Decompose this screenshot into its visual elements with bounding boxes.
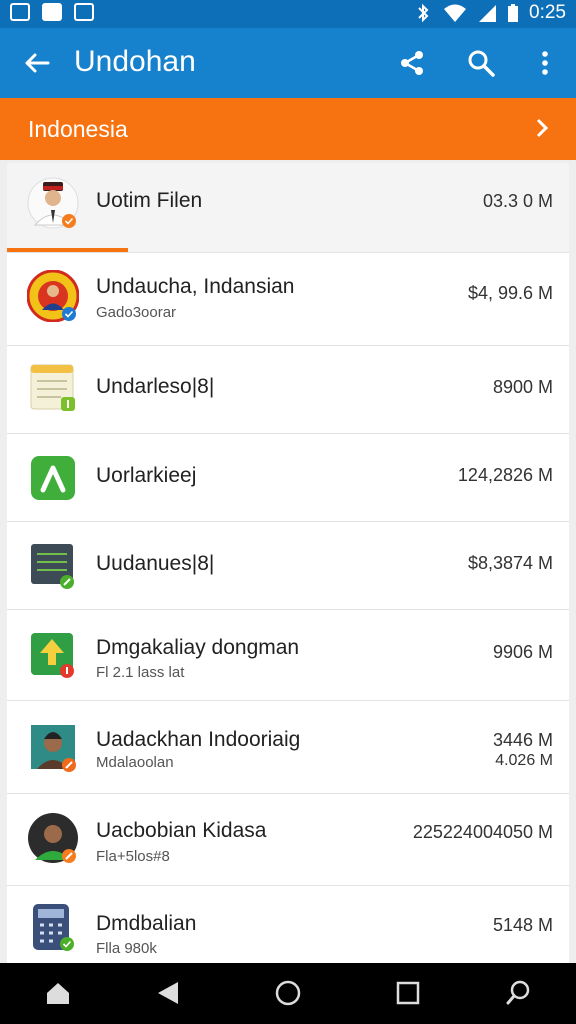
bluetooth-icon bbox=[418, 3, 429, 23]
list-item[interactable]: Dmdbalian Flla 980k 5148 M bbox=[7, 886, 569, 963]
battery-icon bbox=[508, 4, 519, 22]
download-progress-bar bbox=[7, 248, 128, 252]
list-app-icon bbox=[31, 544, 74, 589]
item-subtitle: Mdalaoolan bbox=[96, 754, 174, 771]
item-title: Uotim Filen bbox=[96, 189, 203, 212]
recents-home-circle-icon[interactable] bbox=[274, 979, 302, 1007]
list-item[interactable]: Uadackhan Indooriaig Mdalaoolan 3446 M 4… bbox=[7, 701, 569, 794]
item-size: 03.3 0 M bbox=[482, 191, 553, 211]
item-size: 124,2826 M bbox=[457, 465, 553, 485]
item-subtitle: Fla+5los#8 bbox=[96, 848, 170, 865]
list-item[interactable]: Dmgakaliay dongman Fl 2.1 lass lat 9906 … bbox=[7, 610, 569, 701]
item-title: Uorlarkieej bbox=[96, 464, 197, 487]
item-size: 225224004050 M bbox=[412, 822, 553, 842]
system-nav-bar bbox=[0, 963, 576, 1024]
item-title: Undaucha, Indansian bbox=[96, 275, 295, 298]
status-badge bbox=[62, 307, 76, 321]
calculator-app-icon bbox=[33, 904, 74, 951]
item-size: $4, 99.6 M bbox=[467, 283, 553, 303]
assist-icon[interactable] bbox=[504, 979, 532, 1007]
wifi-icon bbox=[444, 4, 467, 22]
status-time: 0:25 bbox=[529, 2, 566, 23]
list-item[interactable]: Uotim Filen 03.3 0 M bbox=[7, 163, 569, 253]
gallery-icon bbox=[10, 3, 30, 21]
item-title: Uudanues|8| bbox=[96, 552, 215, 575]
list-item[interactable]: Uudanues|8| $8,3874 M bbox=[7, 522, 569, 610]
item-size: 9906 M bbox=[492, 642, 553, 662]
upload-app-icon bbox=[31, 633, 74, 678]
list-item[interactable]: Undaucha, Indansian Gado3oorar $4, 99.6 … bbox=[7, 253, 569, 346]
image-icon bbox=[42, 3, 62, 21]
more-icon[interactable] bbox=[530, 48, 560, 78]
signal-icon bbox=[479, 5, 497, 22]
item-subtitle: Fl 2.1 lass lat bbox=[96, 664, 185, 681]
status-badge bbox=[62, 214, 76, 228]
item-size: $8,3874 M bbox=[467, 553, 553, 573]
list-item[interactable]: Undarleso|8| 8900 M bbox=[7, 346, 569, 434]
list-item[interactable]: Uorlarkieej 124,2826 M bbox=[7, 434, 569, 522]
app-bar: Undohan bbox=[0, 28, 576, 98]
region-banner[interactable]: Indonesia bbox=[0, 98, 576, 160]
share-icon[interactable] bbox=[397, 48, 427, 78]
region-label: Indonesia bbox=[28, 116, 128, 142]
list-item[interactable]: Uacbobian Kidasa Fla+5los#8 225224004050… bbox=[7, 794, 569, 886]
item-subtitle: Gado3oorar bbox=[96, 304, 177, 321]
back-icon[interactable] bbox=[154, 979, 182, 1007]
download-list: Uotim Filen 03.3 0 M Undaucha, Indansian… bbox=[7, 163, 569, 963]
item-subtitle: Flla 980k bbox=[96, 940, 157, 957]
item-title: Dmdbalian bbox=[96, 912, 197, 935]
status-badge bbox=[60, 937, 74, 951]
notification-icon bbox=[74, 3, 94, 21]
item-title: Dmgakaliay dongman bbox=[96, 636, 300, 659]
back-arrow-icon[interactable] bbox=[22, 48, 52, 78]
item-title: Undarleso|8| bbox=[96, 375, 215, 398]
overview-square-icon[interactable] bbox=[394, 979, 422, 1007]
home-icon[interactable] bbox=[44, 979, 72, 1007]
green-app-icon bbox=[31, 456, 75, 500]
chevron-right-icon bbox=[536, 118, 549, 138]
item-size-secondary: 4.026 M bbox=[495, 752, 553, 769]
item-size: 3446 M bbox=[492, 730, 553, 750]
person-avatar-icon bbox=[27, 177, 79, 229]
man-avatar-icon bbox=[28, 813, 78, 863]
emblem-avatar-icon bbox=[27, 270, 79, 322]
item-size: 5148 M bbox=[492, 915, 553, 935]
status-bar: 0:25 bbox=[0, 0, 576, 28]
item-title: Uacbobian Kidasa bbox=[96, 819, 267, 842]
app-title: Undohan bbox=[74, 45, 196, 78]
notes-app-icon bbox=[30, 364, 75, 411]
portrait-photo-icon bbox=[31, 725, 76, 772]
item-size: 8900 M bbox=[492, 377, 553, 397]
item-title: Uadackhan Indooriaig bbox=[96, 728, 301, 751]
search-icon[interactable] bbox=[466, 48, 496, 78]
